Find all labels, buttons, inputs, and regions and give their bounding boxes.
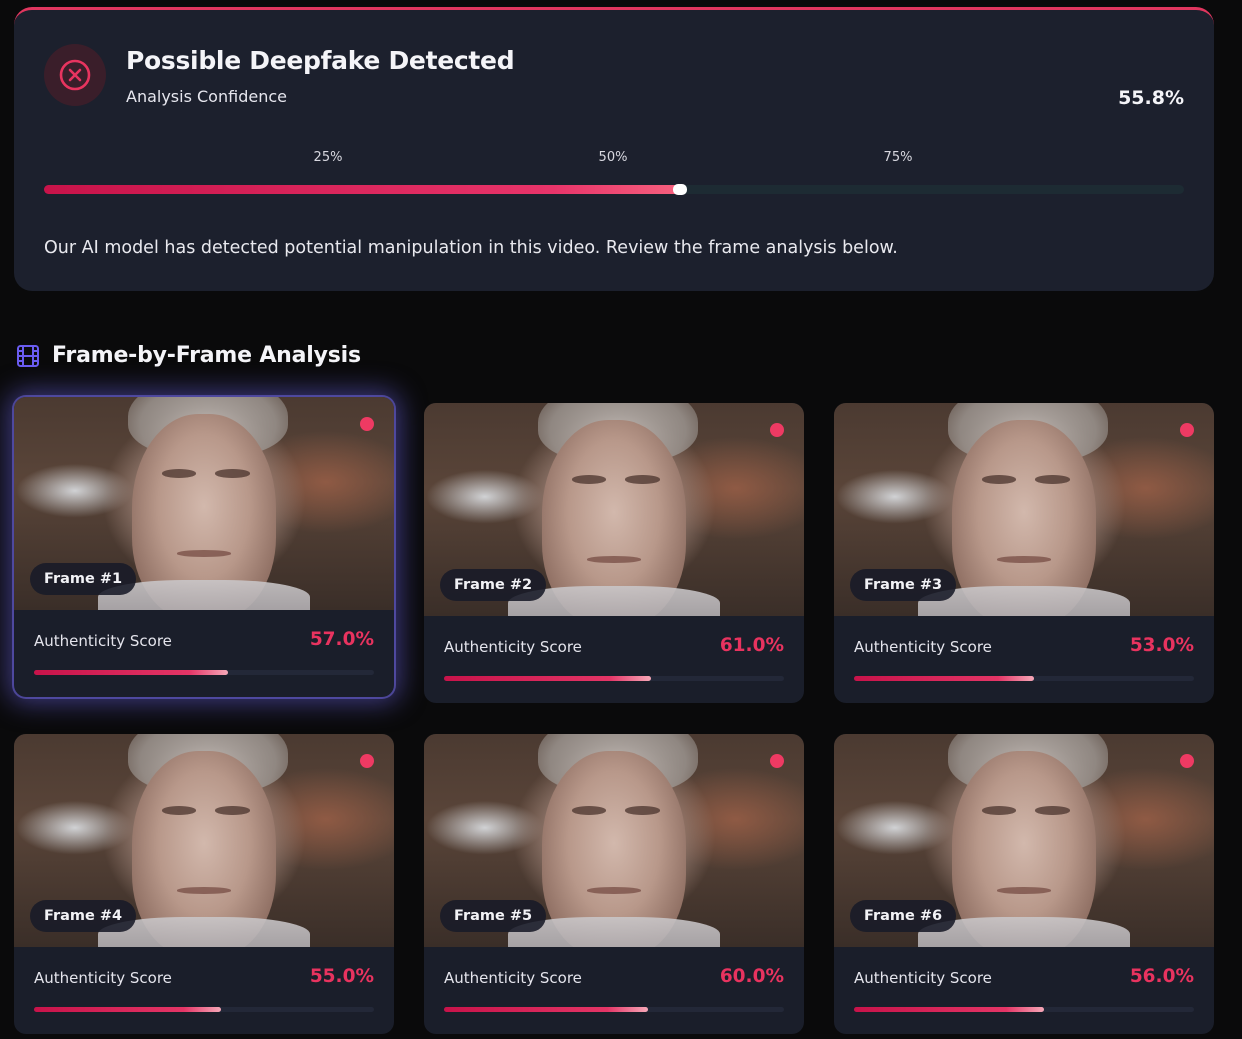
confidence-label: Analysis Confidence: [126, 87, 287, 106]
score-bar-fill: [854, 676, 1035, 681]
score-bar-fill: [854, 1007, 1045, 1012]
frame-label: Frame #5: [440, 900, 547, 932]
tick-50: 50%: [598, 150, 628, 165]
confidence-value: 55.8%: [1118, 87, 1184, 109]
tick-75: 75%: [883, 150, 913, 165]
score-bar-fill: [444, 1007, 648, 1012]
score-bar: [34, 670, 374, 675]
score-bar-fill: [444, 676, 652, 681]
frame-analysis-heading: Frame-by-Frame Analysis: [16, 343, 361, 368]
result-title: Possible Deepfake Detected: [126, 46, 515, 75]
confidence-bar: [44, 184, 1184, 195]
frame-card-6[interactable]: Frame #6 Authenticity Score 56.0%: [834, 734, 1214, 1034]
frame-label: Frame #2: [440, 569, 547, 601]
frame-label: Frame #1: [30, 563, 137, 595]
confidence-bar-fill: [44, 185, 681, 194]
frame-label: Frame #4: [30, 900, 137, 932]
score-label: Authenticity Score: [444, 638, 582, 656]
score-value: 53.0%: [1129, 635, 1194, 656]
score-label: Authenticity Score: [854, 969, 992, 987]
score-bar-fill: [34, 1007, 221, 1012]
frame-card-5[interactable]: Frame #5 Authenticity Score 60.0%: [424, 734, 804, 1034]
status-dot: [360, 754, 374, 768]
score-bar-fill: [34, 670, 228, 675]
confidence-bar-marker: [673, 184, 688, 195]
score-bar: [854, 1007, 1194, 1012]
film-icon: [17, 344, 39, 367]
alert-badge: [44, 44, 106, 106]
score-value: 55.0%: [309, 966, 374, 987]
score-label: Authenticity Score: [854, 638, 992, 656]
status-dot: [770, 754, 784, 768]
result-message: Our AI model has detected potential mani…: [44, 238, 898, 258]
x-circle-icon: [59, 59, 91, 91]
score-value: 57.0%: [309, 629, 374, 650]
score-value: 56.0%: [1129, 966, 1194, 987]
frame-card-2[interactable]: Frame #2 Authenticity Score 61.0%: [424, 403, 804, 703]
score-label: Authenticity Score: [34, 632, 172, 650]
frame-card-4[interactable]: Frame #4 Authenticity Score 55.0%: [14, 734, 394, 1034]
section-title: Frame-by-Frame Analysis: [52, 343, 361, 368]
status-dot: [770, 423, 784, 437]
frame-card-3[interactable]: Frame #3 Authenticity Score 53.0%: [834, 403, 1214, 703]
tick-25: 25%: [313, 150, 343, 165]
frame-card-1[interactable]: Frame #1 Authenticity Score 57.0%: [14, 397, 394, 697]
score-label: Authenticity Score: [444, 969, 582, 987]
status-dot: [1180, 754, 1194, 768]
score-bar: [854, 676, 1194, 681]
deepfake-result-card: Possible Deepfake Detected Analysis Conf…: [14, 7, 1214, 291]
frame-label: Frame #6: [850, 900, 957, 932]
score-bar: [34, 1007, 374, 1012]
score-value: 61.0%: [719, 635, 784, 656]
status-dot: [1180, 423, 1194, 437]
status-dot: [360, 417, 374, 431]
score-bar: [444, 1007, 784, 1012]
frame-label: Frame #3: [850, 569, 957, 601]
score-value: 60.0%: [719, 966, 784, 987]
score-label: Authenticity Score: [34, 969, 172, 987]
score-bar: [444, 676, 784, 681]
